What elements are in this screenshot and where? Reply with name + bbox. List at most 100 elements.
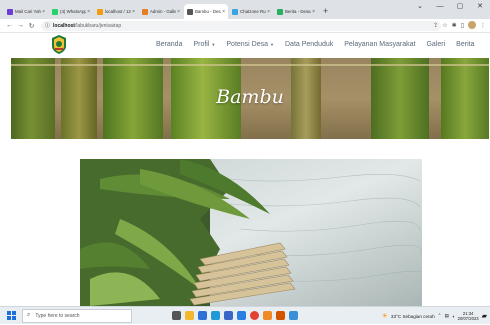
new-tab-button[interactable]: + [319, 4, 332, 19]
search-placeholder: Type here to search [35, 312, 80, 319]
site-navbar: Beranda Profil ▼ Potensi Desa ▼ Data Penduduk… [0, 34, 490, 58]
tab-close-icon[interactable]: × [312, 9, 315, 15]
browser-tab[interactable]: (4) WhatsApp × [49, 4, 93, 19]
forward-icon[interactable]: → [15, 22, 26, 29]
nav-item-label: Data Penduduk [285, 40, 334, 48]
tab-label: Berita - Desa Ka [285, 9, 311, 14]
start-button[interactable] [0, 307, 22, 325]
nav-item-label: Berita [456, 40, 475, 48]
tab-favicon-icon [187, 8, 193, 15]
tab-favicon-icon [232, 8, 238, 15]
village-logo-icon[interactable] [51, 35, 67, 54]
bamboo-raft-photo [80, 159, 422, 306]
nav-item[interactable]: Data Penduduk [285, 41, 333, 48]
nav-item[interactable]: Potensi Desa ▼ [226, 41, 274, 48]
clock[interactable]: 21:34 20/07/2023 [458, 311, 479, 321]
nav-item[interactable]: Berita [456, 41, 474, 48]
nav-item-label: Potensi Desa [226, 40, 269, 48]
system-tray: ☀ 33°C Sebagian cerah ⌃ ▤ ◖ 21:34 20/07/… [382, 309, 487, 323]
tab-close-icon[interactable]: × [177, 9, 180, 15]
network-icon[interactable]: ▤ [445, 313, 449, 319]
bookmark-star-icon[interactable]: ☆ [442, 22, 447, 29]
pinned-apps [172, 311, 298, 320]
search-icon: ⌕ [27, 312, 31, 318]
nav-item-label: Profil [193, 40, 210, 48]
tab-favicon-icon [142, 8, 148, 15]
file-explorer-icon[interactable] [185, 311, 194, 320]
nav-item-label: Pelayanan Masyarakat [344, 40, 416, 48]
sidebar-icon[interactable]: ▯ [461, 22, 464, 29]
url-input[interactable]: ⓘ localhost /labukbaru/jenisairap [41, 20, 441, 31]
notification-icon[interactable]: ▰ [482, 312, 487, 320]
tab-label: localhost / 127.0. [105, 9, 131, 14]
taskbar-search[interactable]: ⌕ Type here to search [22, 308, 132, 323]
profile-avatar[interactable] [468, 21, 476, 29]
tab-favicon-icon [52, 8, 58, 15]
chevron-down-icon: ▼ [270, 41, 274, 47]
chrome-icon[interactable] [250, 311, 259, 320]
maximize-button[interactable]: ▢ [450, 0, 470, 14]
nav-item-label: Beranda [156, 40, 183, 48]
nav-item[interactable]: Galeri [426, 41, 445, 48]
tab-label: (4) WhatsApp [60, 9, 87, 14]
browser-tab[interactable]: Admin - Gallery× [139, 4, 183, 19]
tab-label: Bambu - Desa L [195, 9, 221, 14]
tab-label: Admin - Gallery [150, 9, 177, 14]
volume-icon[interactable]: ◖ [452, 314, 455, 319]
info-icon[interactable]: ⓘ [45, 22, 50, 29]
weather-icon[interactable]: ☀ [382, 312, 388, 320]
tab-close-icon[interactable]: × [87, 9, 90, 15]
tab-label: Mail Cari Yahoo [15, 9, 41, 14]
browser-tab[interactable]: Berita - Desa Ka× [274, 4, 318, 19]
nav-item[interactable]: Beranda [156, 41, 182, 48]
edge-icon[interactable] [211, 311, 220, 320]
hero-title: Bambu [216, 86, 284, 108]
clock-date: 20/07/2023 [457, 316, 479, 321]
browser-tab-strip: Mail Cari Yahoo×(4) WhatsApp×localhost /… [0, 0, 490, 19]
chevron-down-icon: ▼ [211, 41, 216, 47]
browser-tab[interactable]: Chatzone Rumah× [229, 4, 273, 19]
vscode-icon[interactable] [289, 311, 298, 320]
close-window-button[interactable]: ✕ [470, 0, 490, 14]
tab-favicon-icon [7, 8, 13, 15]
tab-close-icon[interactable]: × [222, 9, 225, 15]
extensions-icon[interactable]: ✱ [452, 22, 457, 29]
reload-icon[interactable]: ↻ [26, 22, 37, 30]
tab-close-icon[interactable]: × [42, 9, 45, 15]
sublime-icon[interactable] [276, 311, 285, 320]
window-controls: ⌄ — ▢ ✕ [410, 0, 490, 14]
share-icon[interactable]: ⇪ [433, 22, 438, 29]
main-menu: Beranda Profil ▼ Potensi Desa ▼ Data Penduduk… [156, 34, 474, 54]
nav-item-label: Galeri [426, 40, 446, 48]
windows-logo-icon [6, 311, 16, 320]
address-bar: ← → ↻ ⓘ localhost /labukbaru/jenisairap … [0, 19, 490, 33]
tab-list: Mail Cari Yahoo×(4) WhatsApp×localhost /… [4, 4, 319, 19]
settings-icon[interactable] [237, 311, 246, 320]
tab-close-icon[interactable]: × [267, 9, 270, 15]
tab-search-icon[interactable]: ⌄ [410, 0, 430, 14]
browser-tab[interactable]: Mail Cari Yahoo× [4, 4, 48, 19]
task-view-icon[interactable] [172, 311, 181, 320]
browser-tab[interactable]: localhost / 127.0.× [94, 4, 138, 19]
hero-banner: Bambu [11, 58, 489, 139]
windows-taskbar: ⌕ Type here to search ☀ 33°C Sebagian ce… [0, 306, 490, 324]
word-icon[interactable] [198, 311, 207, 320]
tab-label: Chatzone Rumah [240, 9, 266, 14]
toolbar-right: ⇪ ☆ ✱ ▯ ⋮ [433, 21, 486, 29]
weather-text[interactable]: 33°C Sebagian cerah [391, 314, 435, 319]
xampp-icon[interactable] [263, 311, 272, 320]
minimize-button[interactable]: — [430, 0, 450, 14]
photo-illustration [80, 159, 422, 306]
tab-close-icon[interactable]: × [132, 9, 135, 15]
url-host: localhost [53, 22, 75, 29]
browser-tab[interactable]: Bambu - Desa L× [184, 4, 228, 19]
nav-item[interactable]: Pelayanan Masyarakat [344, 41, 415, 48]
tray-overflow-icon[interactable]: ⌃ [438, 313, 442, 319]
store-icon[interactable] [224, 311, 233, 320]
tab-favicon-icon [277, 8, 283, 15]
tab-favicon-icon [97, 8, 103, 15]
back-icon[interactable]: ← [4, 22, 15, 29]
url-path: /labukbaru/jenisairap [74, 22, 122, 29]
nav-item[interactable]: Profil ▼ [193, 41, 215, 48]
kebab-menu-icon[interactable]: ⋮ [480, 22, 486, 29]
